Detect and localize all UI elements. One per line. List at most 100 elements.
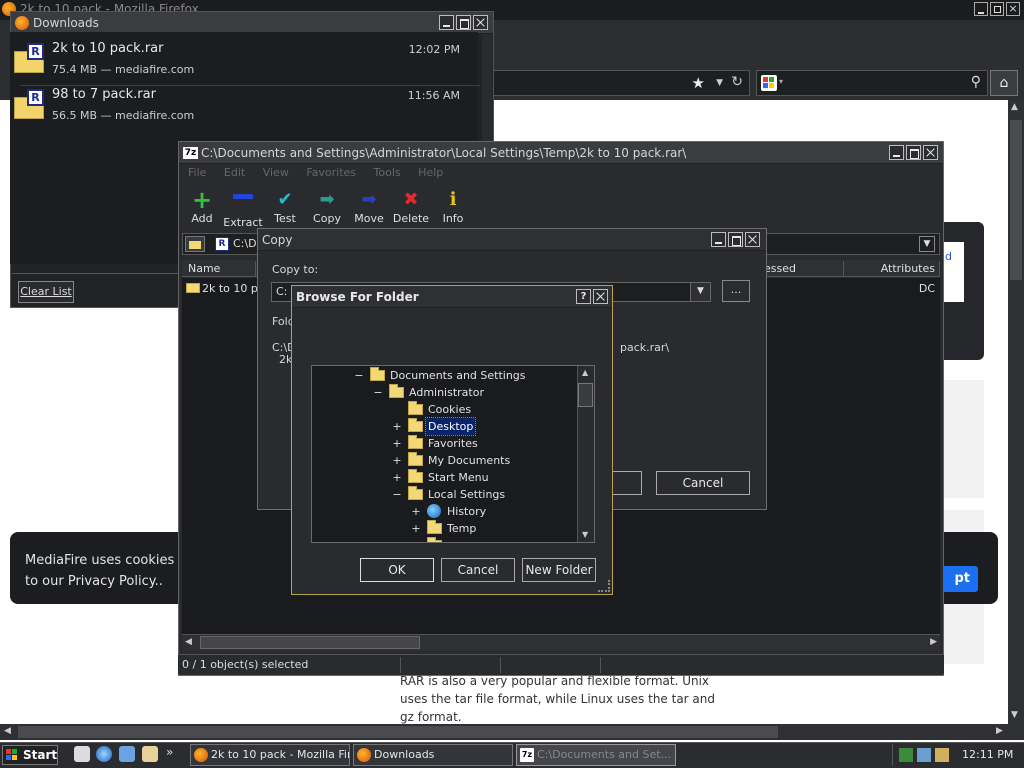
url-bar[interactable]: ★ ▼ ↻: [480, 70, 750, 96]
bookmark-star-icon[interactable]: ★: [692, 74, 705, 92]
show-desktop-icon[interactable]: [74, 746, 90, 762]
scroll-up-icon[interactable]: ▲: [582, 368, 588, 377]
google-search-engine-icon[interactable]: [761, 75, 777, 91]
copy-minimize-button[interactable]: [711, 232, 726, 247]
expand-icon[interactable]: +: [411, 520, 421, 537]
task-sevenzip[interactable]: 7z C:\Documents and Set...: [516, 744, 676, 766]
collapse-icon[interactable]: −: [392, 486, 402, 503]
scroll-down-icon[interactable]: ▼: [1011, 710, 1018, 720]
cookie-accept-button[interactable]: pt: [940, 566, 978, 592]
firefox-minimize-button[interactable]: [974, 2, 988, 16]
scroll-left-icon[interactable]: ◀: [4, 726, 11, 736]
windows-flag-icon: [6, 749, 18, 761]
help-button[interactable]: ?: [576, 289, 591, 304]
collapse-icon[interactable]: −: [354, 367, 364, 384]
combo-dropdown-icon[interactable]: ▼: [690, 283, 710, 301]
file-row-attributes: DC: [918, 282, 935, 295]
toolbar-info-button[interactable]: ℹ Info: [431, 186, 475, 228]
column-compressed[interactable]: essed: [760, 261, 844, 276]
menu-edit[interactable]: Edit: [224, 164, 245, 182]
copy-close-button[interactable]: [745, 232, 760, 247]
url-dropdown-icon[interactable]: ▼: [716, 78, 723, 88]
sevenzip-app-icon: 7z: [520, 748, 534, 762]
firefox-restore-button[interactable]: [990, 2, 1004, 16]
toolbar-extract-button[interactable]: Extract: [221, 186, 265, 229]
expand-icon[interactable]: +: [392, 469, 402, 486]
browse-folder-titlebar[interactable]: Browse For Folder ?: [292, 286, 612, 308]
downloads-close-button[interactable]: [473, 15, 488, 30]
expand-icon[interactable]: +: [392, 435, 402, 452]
tray-app-icon[interactable]: [917, 748, 931, 762]
search-bar[interactable]: ▾ ⚲: [756, 70, 988, 96]
menu-view[interactable]: View: [263, 164, 289, 182]
firefox-close-button[interactable]: ×: [1006, 2, 1020, 16]
folder-up-button[interactable]: [185, 236, 205, 252]
column-attributes[interactable]: Attributes: [844, 261, 940, 276]
reload-icon[interactable]: ↻: [731, 74, 743, 90]
sevenzip-titlebar[interactable]: 7z C:\Documents and Settings\Administrat…: [179, 142, 943, 164]
task-firefox[interactable]: 2k to 10 pack - Mozilla Fir...: [190, 744, 350, 766]
task-downloads[interactable]: Downloads: [353, 744, 513, 766]
expand-icon[interactable]: +: [411, 503, 421, 520]
resize-grip-icon[interactable]: [598, 580, 610, 592]
sevenzip-minimize-button[interactable]: [889, 145, 904, 160]
downloads-titlebar[interactable]: Downloads: [11, 12, 493, 34]
download-time: 11:56 AM: [407, 89, 460, 102]
clear-list-button[interactable]: Clear List: [18, 281, 74, 303]
internet-explorer-icon[interactable]: [96, 746, 112, 762]
sevenzip-close-button[interactable]: [923, 145, 938, 160]
copy-dialog-titlebar[interactable]: Copy: [258, 229, 766, 251]
folder-tree-scroll-thumb[interactable]: [578, 383, 593, 407]
page-panel-link[interactable]: d: [944, 242, 964, 302]
folder-tree[interactable]: − Documents and Settings − Administrator…: [311, 365, 595, 543]
scroll-right-icon[interactable]: ▶: [930, 637, 937, 647]
menu-tools[interactable]: Tools: [374, 164, 401, 182]
page-scroll-thumb[interactable]: [1010, 120, 1022, 280]
expand-icon[interactable]: +: [392, 452, 402, 469]
scroll-left-icon[interactable]: ◀: [185, 637, 192, 647]
copy-cancel-button[interactable]: Cancel: [656, 471, 750, 495]
network-icon[interactable]: [899, 748, 913, 762]
collapse-icon[interactable]: −: [373, 384, 383, 401]
toolbar-add-button[interactable]: + Add: [180, 186, 224, 228]
download-item[interactable]: R 98 to 7 pack.rar 56.5 MB — mediafire.c…: [12, 85, 472, 131]
toolbar-move-button[interactable]: ➡ Move: [347, 186, 391, 228]
outlook-express-icon[interactable]: [119, 746, 135, 762]
scroll-down-icon[interactable]: ▼: [582, 530, 588, 539]
downloads-minimize-button[interactable]: [439, 15, 454, 30]
folder-icon: [427, 537, 442, 542]
browse-cancel-button[interactable]: Cancel: [441, 558, 515, 582]
file-list-scroll-thumb[interactable]: [200, 636, 420, 649]
browse-close-button[interactable]: [593, 289, 608, 304]
menu-favorites[interactable]: Favorites: [306, 164, 356, 182]
address-dropdown-icon[interactable]: ▼: [919, 236, 935, 252]
page-hscroll-thumb[interactable]: [18, 726, 778, 738]
history-globe-icon: [427, 504, 441, 518]
toolbar-delete-button[interactable]: ✖ Delete: [389, 186, 433, 228]
windows-explorer-icon[interactable]: [142, 746, 158, 762]
tray-app-icon[interactable]: [935, 748, 949, 762]
column-name[interactable]: Name: [184, 261, 256, 276]
browse-ok-button[interactable]: OK: [360, 558, 434, 582]
toolbar-test-button[interactable]: ✔ Test: [263, 186, 307, 228]
page-vertical-scrollbar[interactable]: ▲ ▼: [1008, 100, 1024, 724]
folder-icon: [408, 469, 423, 483]
page-body-text: RAR is also a very popular and flexible …: [400, 674, 716, 724]
search-engine-dropdown-icon[interactable]: ▾: [779, 77, 783, 86]
search-magnifier-icon[interactable]: ⚲: [971, 74, 981, 90]
expand-icon[interactable]: +: [392, 418, 402, 435]
menu-file[interactable]: File: [188, 164, 206, 182]
menu-help[interactable]: Help: [418, 164, 443, 182]
quicklaunch-overflow-icon[interactable]: »: [166, 745, 173, 759]
toolbar-copy-button[interactable]: ➡ Copy: [305, 186, 349, 228]
new-folder-button[interactable]: New Folder: [522, 558, 596, 582]
browse-button[interactable]: ...: [722, 280, 750, 302]
scroll-up-icon[interactable]: ▲: [1011, 102, 1018, 112]
scroll-right-icon[interactable]: ▶: [996, 726, 1003, 736]
home-button[interactable]: ⌂: [990, 70, 1018, 96]
download-item[interactable]: R 2k to 10 pack.rar 75.4 MB — mediafire.…: [12, 39, 472, 85]
sevenzip-maximize-button[interactable]: [906, 145, 921, 160]
downloads-maximize-button[interactable]: [456, 15, 471, 30]
copy-maximize-button[interactable]: [728, 232, 743, 247]
page-horizontal-scrollbar[interactable]: ◀ ▶: [0, 724, 1024, 740]
